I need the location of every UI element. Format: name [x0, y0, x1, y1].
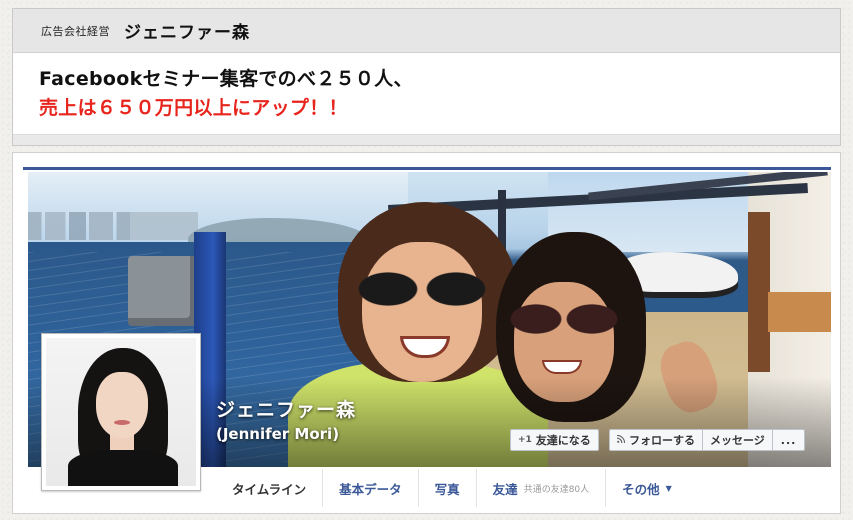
follow-button[interactable]: フォローする — [609, 429, 703, 451]
person-a-face — [362, 242, 482, 382]
add-friend-icon: +1 — [518, 435, 532, 445]
tab-about-label: 基本データ — [339, 481, 402, 497]
headline-line-1: Facebookセミナー集客でのべ２５０人、 — [39, 68, 413, 90]
avatar-clothing — [68, 450, 178, 486]
profile-action-group: フォローする メッセージ ... — [609, 429, 806, 451]
tab-photos[interactable]: 写真 — [419, 469, 477, 507]
cover-city — [28, 212, 198, 240]
tab-more[interactable]: その他 ▼ — [606, 469, 688, 507]
tab-timeline[interactable]: タイムライン — [216, 469, 324, 507]
message-label: メッセージ — [710, 434, 765, 447]
person-a-sunglasses — [358, 272, 486, 306]
banner-footer-strip — [13, 134, 840, 145]
add-friend-label: 友達になる — [535, 434, 591, 447]
tab-friends[interactable]: 友達 共通の友達80人 — [477, 469, 607, 507]
profile-name[interactable]: ジェニファー森 — [216, 395, 356, 422]
tab-more-label: その他 — [622, 481, 660, 497]
banner-header: 広告会社経営 ジェニファー森 — [13, 9, 840, 53]
profile-name-english: (Jennifer Mori) — [216, 425, 340, 443]
add-friend-button[interactable]: +1 友達になる — [510, 429, 599, 451]
mutual-friends-count: 共通の友達80人 — [523, 484, 590, 495]
profile-picture — [46, 338, 196, 486]
tab-about[interactable]: 基本データ — [323, 469, 419, 507]
banner-body: Facebookセミナー集客でのべ２５０人、 売上は６５０万円以上にアップ！！ — [13, 53, 840, 123]
facebook-profile-card: ジェニファー森 (Jennifer Mori) +1 友達になる フォローする … — [12, 152, 841, 514]
chevron-down-icon: ▼ — [665, 483, 672, 493]
company-label: 広告会社経営 — [41, 24, 110, 38]
avatar-face — [96, 372, 148, 438]
facebook-blue-line — [23, 167, 831, 170]
profile-tabs: タイムライン 基本データ 写真 友達 共通の友達80人 その他 ▼ — [216, 469, 688, 507]
tab-timeline-label: タイムライン — [232, 481, 307, 497]
more-options-button[interactable]: ... — [772, 429, 806, 451]
more-options-label: ... — [780, 433, 797, 447]
profile-picture-frame[interactable] — [41, 333, 201, 491]
avatar-lips — [114, 420, 130, 425]
rss-icon — [616, 434, 626, 446]
tab-photos-label: 写真 — [434, 481, 460, 497]
cover-boat-door — [748, 212, 770, 372]
cover-winch — [128, 256, 198, 326]
header-banner: 広告会社経営 ジェニファー森 Facebookセミナー集客でのべ２５０人、 売上… — [12, 8, 841, 146]
tab-friends-label: 友達 — [492, 481, 518, 497]
headline-line-2: 売上は６５０万円以上にアップ！！ — [39, 97, 348, 119]
message-button[interactable]: メッセージ — [703, 429, 773, 451]
author-name: ジェニファー森 — [124, 23, 250, 43]
person-b-sunglasses — [508, 304, 620, 334]
cover-rail — [768, 292, 831, 332]
follow-label: フォローする — [629, 434, 695, 447]
